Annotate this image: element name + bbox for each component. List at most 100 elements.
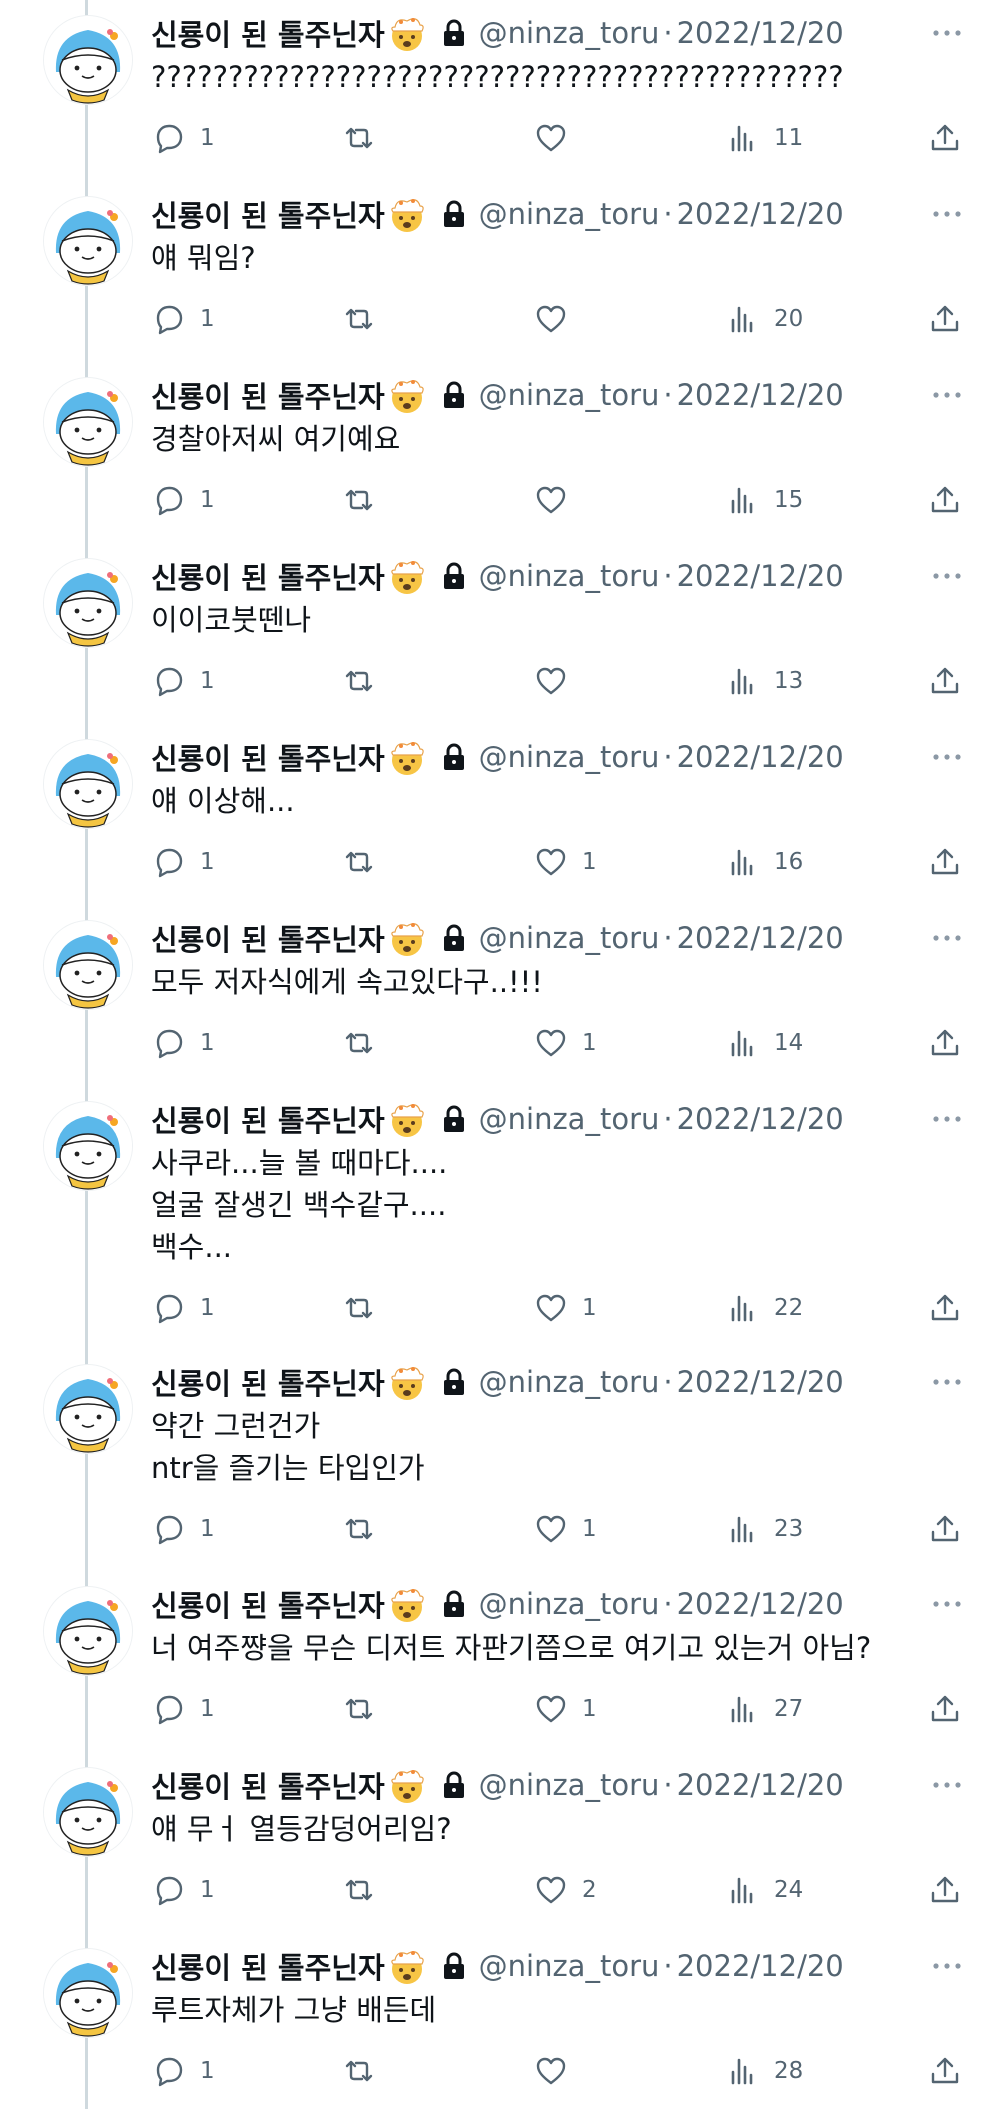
more-options-icon[interactable]: [930, 1772, 964, 1798]
retweet-button[interactable]: [342, 2049, 376, 2093]
author-name[interactable]: 신룡이 된 톨주닌자: [151, 374, 385, 416]
share-button[interactable]: [928, 297, 962, 341]
more-options-icon[interactable]: [930, 925, 964, 951]
author-handle[interactable]: @ninza_toru: [479, 1365, 660, 1399]
retweet-button[interactable]: [342, 116, 376, 160]
share-button[interactable]: [928, 1021, 962, 1065]
author-name[interactable]: 신룡이 된 톨주닌자: [151, 193, 385, 235]
author-name[interactable]: 신룡이 된 톨주닌자: [151, 1945, 385, 1987]
views-button[interactable]: 11: [726, 116, 803, 160]
author-handle[interactable]: @ninza_toru: [479, 1768, 660, 1802]
share-button[interactable]: [928, 1868, 962, 1912]
like-button[interactable]: 2: [534, 1868, 597, 1912]
avatar[interactable]: [44, 378, 132, 466]
views-button[interactable]: 16: [726, 840, 803, 884]
share-button[interactable]: [928, 1286, 962, 1330]
more-options-icon[interactable]: [930, 1591, 964, 1617]
share-button[interactable]: [928, 2049, 962, 2093]
views-button[interactable]: 28: [726, 2049, 803, 2093]
like-button[interactable]: 1: [534, 1021, 597, 1065]
avatar[interactable]: [44, 197, 132, 285]
tweet-date[interactable]: 2022/12/20: [677, 1365, 844, 1399]
views-button[interactable]: 27: [726, 1687, 803, 1731]
author-name[interactable]: 신룡이 된 톨주닌자: [151, 1764, 385, 1806]
author-handle[interactable]: @ninza_toru: [479, 1949, 660, 1983]
author-name[interactable]: 신룡이 된 톨주닌자: [151, 12, 385, 54]
retweet-button[interactable]: [342, 1021, 376, 1065]
more-options-icon[interactable]: [930, 1953, 964, 1979]
like-button[interactable]: 1: [534, 1687, 597, 1731]
reply-button[interactable]: 1: [152, 478, 215, 522]
avatar[interactable]: [44, 559, 132, 647]
retweet-button[interactable]: [342, 1868, 376, 1912]
views-button[interactable]: 20: [726, 297, 803, 341]
share-button[interactable]: [928, 478, 962, 522]
author-handle[interactable]: @ninza_toru: [479, 1102, 660, 1136]
views-button[interactable]: 24: [726, 1868, 803, 1912]
tweet-date[interactable]: 2022/12/20: [677, 921, 844, 955]
author-name[interactable]: 신룡이 된 톨주닌자: [151, 1583, 385, 1625]
share-button[interactable]: [928, 840, 962, 884]
reply-button[interactable]: 1: [152, 659, 215, 703]
tweet-date[interactable]: 2022/12/20: [677, 740, 844, 774]
retweet-button[interactable]: [342, 297, 376, 341]
avatar[interactable]: [44, 921, 132, 1009]
author-name[interactable]: 신룡이 된 톨주닌자: [151, 1098, 385, 1140]
reply-button[interactable]: 1: [152, 1507, 215, 1551]
avatar[interactable]: [44, 16, 132, 104]
reply-button[interactable]: 1: [152, 116, 215, 160]
tweet-date[interactable]: 2022/12/20: [677, 378, 844, 412]
like-button[interactable]: [534, 116, 582, 160]
more-options-icon[interactable]: [930, 201, 964, 227]
avatar[interactable]: [44, 740, 132, 828]
more-options-icon[interactable]: [930, 20, 964, 46]
like-button[interactable]: [534, 478, 582, 522]
avatar[interactable]: [44, 1768, 132, 1856]
like-button[interactable]: 1: [534, 1286, 597, 1330]
tweet-date[interactable]: 2022/12/20: [677, 16, 844, 50]
avatar[interactable]: [44, 1949, 132, 2037]
like-button[interactable]: 1: [534, 1507, 597, 1551]
tweet-date[interactable]: 2022/12/20: [677, 1768, 844, 1802]
author-name[interactable]: 신룡이 된 톨주닌자: [151, 917, 385, 959]
reply-button[interactable]: 1: [152, 297, 215, 341]
share-button[interactable]: [928, 1507, 962, 1551]
avatar[interactable]: [44, 1587, 132, 1675]
author-handle[interactable]: @ninza_toru: [479, 378, 660, 412]
tweet-date[interactable]: 2022/12/20: [677, 197, 844, 231]
reply-button[interactable]: 1: [152, 1868, 215, 1912]
author-name[interactable]: 신룡이 된 톨주닌자: [151, 555, 385, 597]
retweet-button[interactable]: [342, 1687, 376, 1731]
retweet-button[interactable]: [342, 1507, 376, 1551]
share-button[interactable]: [928, 659, 962, 703]
author-handle[interactable]: @ninza_toru: [479, 1587, 660, 1621]
more-options-icon[interactable]: [930, 1106, 964, 1132]
more-options-icon[interactable]: [930, 382, 964, 408]
reply-button[interactable]: 1: [152, 1687, 215, 1731]
views-button[interactable]: 15: [726, 478, 803, 522]
author-name[interactable]: 신룡이 된 톨주닌자: [151, 1361, 385, 1403]
tweet-date[interactable]: 2022/12/20: [677, 1102, 844, 1136]
author-handle[interactable]: @ninza_toru: [479, 559, 660, 593]
retweet-button[interactable]: [342, 840, 376, 884]
reply-button[interactable]: 1: [152, 2049, 215, 2093]
tweet-date[interactable]: 2022/12/20: [677, 1949, 844, 1983]
author-handle[interactable]: @ninza_toru: [479, 16, 660, 50]
views-button[interactable]: 13: [726, 659, 803, 703]
share-button[interactable]: [928, 1687, 962, 1731]
more-options-icon[interactable]: [930, 744, 964, 770]
reply-button[interactable]: 1: [152, 840, 215, 884]
reply-button[interactable]: 1: [152, 1286, 215, 1330]
author-handle[interactable]: @ninza_toru: [479, 197, 660, 231]
retweet-button[interactable]: [342, 1286, 376, 1330]
retweet-button[interactable]: [342, 478, 376, 522]
retweet-button[interactable]: [342, 659, 376, 703]
tweet-date[interactable]: 2022/12/20: [677, 559, 844, 593]
like-button[interactable]: [534, 659, 582, 703]
author-handle[interactable]: @ninza_toru: [479, 740, 660, 774]
more-options-icon[interactable]: [930, 1369, 964, 1395]
like-button[interactable]: [534, 297, 582, 341]
like-button[interactable]: [534, 2049, 582, 2093]
more-options-icon[interactable]: [930, 563, 964, 589]
author-name[interactable]: 신룡이 된 톨주닌자: [151, 736, 385, 778]
